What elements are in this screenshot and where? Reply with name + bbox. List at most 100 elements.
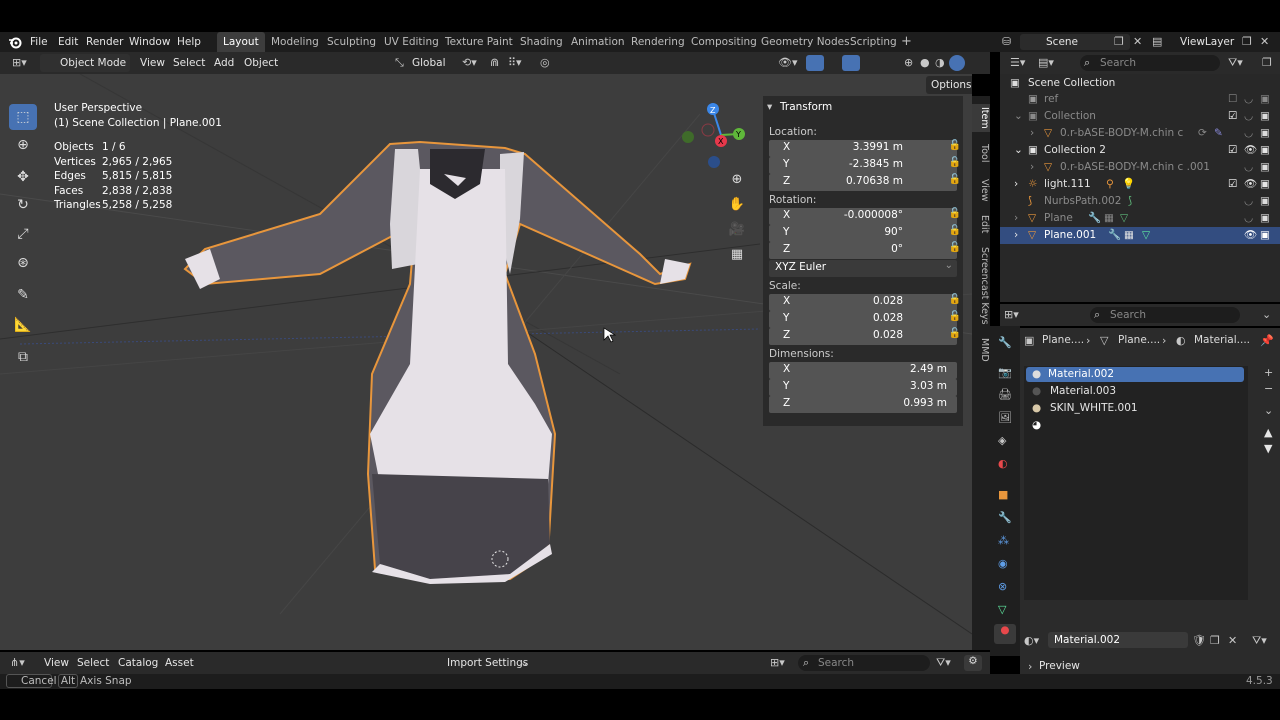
asset-search-input[interactable]: Search bbox=[798, 655, 930, 671]
menu-window[interactable]: Window bbox=[127, 32, 172, 52]
move-up-icon[interactable]: ▲ bbox=[1264, 426, 1272, 439]
material-slot[interactable]: ◕ bbox=[1032, 418, 1250, 433]
vp-menu-object[interactable]: Object bbox=[242, 53, 280, 73]
view-layer-icon[interactable]: ▤ bbox=[1152, 35, 1162, 48]
transform-collapse-icon[interactable]: ▾ bbox=[767, 101, 772, 113]
tab-item[interactable]: Item bbox=[972, 104, 990, 132]
tab-uv-editing[interactable]: UV Editing bbox=[384, 32, 439, 52]
wireframe-shading-icon[interactable]: ⊕ bbox=[904, 56, 913, 69]
scale-z-field[interactable]: Z 0.028 🔓 bbox=[769, 328, 961, 345]
outliner-row[interactable]: ⟆ NurbsPath.002 ⟆ ◡ ▣ bbox=[1000, 193, 1280, 210]
location-y-field[interactable]: Y -2.3845 m 🔓 bbox=[769, 157, 961, 174]
outliner-row[interactable]: › ▽ 0.r-bASE-BODY-M.chin c ⟳ ✎ ◡ ▣ bbox=[1000, 125, 1280, 142]
close-view-layer-icon[interactable]: ✕ bbox=[1260, 35, 1269, 48]
particles-tab-icon[interactable]: ⁂ bbox=[998, 534, 1009, 547]
display-mode-icon[interactable]: ⊞▾ bbox=[770, 656, 785, 669]
settings-gear-icon[interactable]: ⚙ bbox=[964, 655, 982, 671]
vp-menu-view[interactable]: View bbox=[138, 53, 167, 73]
cursor-tool-icon[interactable]: ⊕ bbox=[9, 132, 37, 158]
zoom-icon[interactable]: ⊕ bbox=[725, 172, 749, 192]
view-layer-tab-icon[interactable]: 🖼 bbox=[998, 411, 1012, 424]
tab-view[interactable]: View bbox=[972, 176, 990, 204]
outliner-search-input[interactable]: Search bbox=[1080, 55, 1220, 71]
filter-icon[interactable]: ⛛▾ bbox=[936, 656, 951, 670]
visibility-icon[interactable]: 👁▾ bbox=[778, 56, 798, 69]
data-tab-icon[interactable]: ▽ bbox=[998, 603, 1006, 616]
outliner-row[interactable]: ▣ ref ☐ ◡ ▣ bbox=[1000, 91, 1280, 108]
remove-slot-icon[interactable]: − bbox=[1264, 382, 1273, 395]
properties-options-icon[interactable]: ⌄ bbox=[1262, 308, 1271, 321]
move-tool-icon[interactable]: ✥ bbox=[9, 164, 37, 190]
scene-icon[interactable]: ⛁ bbox=[1002, 35, 1011, 48]
vp-menu-select[interactable]: Select bbox=[171, 53, 207, 73]
tab-shading[interactable]: Shading bbox=[520, 32, 563, 52]
filter-icon[interactable]: ⛛▾ bbox=[1228, 56, 1243, 70]
material-slot[interactable]: ● Material.002 bbox=[1026, 367, 1244, 382]
snap-icon[interactable]: ⋒ bbox=[490, 56, 499, 69]
proportional-edit-icon[interactable]: ◎ bbox=[540, 56, 550, 69]
dimensions-y-field[interactable]: Y 3.03 m bbox=[769, 379, 957, 396]
location-x-field[interactable]: X 3.3991 m 🔓 bbox=[769, 140, 961, 157]
add-workspace-button[interactable]: + bbox=[901, 32, 912, 52]
asset-editor-icon[interactable]: ⋔▾ bbox=[10, 656, 25, 669]
tab-tool[interactable]: Tool bbox=[972, 140, 990, 166]
move-down-icon[interactable]: ▼ bbox=[1264, 442, 1272, 455]
breadcrumb-object[interactable]: Plane.... bbox=[1042, 334, 1084, 346]
options-dropdown[interactable]: Options bbox=[926, 76, 972, 94]
ortho-toggle-icon[interactable]: ▦ bbox=[725, 247, 749, 267]
rendered-shading-icon[interactable] bbox=[949, 55, 965, 71]
editor-type-icon[interactable]: ⊞▾ bbox=[12, 56, 27, 69]
outliner-editor-icon[interactable]: ☰▾ bbox=[1010, 56, 1025, 69]
scale-x-field[interactable]: X 0.028 🔓 bbox=[769, 294, 961, 311]
menu-file[interactable]: File bbox=[28, 32, 50, 52]
duplicate-material-icon[interactable]: ❐ bbox=[1210, 634, 1220, 647]
menu-render[interactable]: Render bbox=[84, 32, 125, 52]
slot-menu-icon[interactable]: ⌄ bbox=[1264, 404, 1273, 417]
scale-y-field[interactable]: Y 0.028 🔓 bbox=[769, 311, 961, 328]
rotation-z-field[interactable]: Z 0° 🔓 bbox=[769, 242, 961, 259]
new-collection-icon[interactable]: ❐ bbox=[1262, 56, 1272, 69]
tab-geometry-nodes[interactable]: Geometry Nodes bbox=[761, 32, 850, 52]
material-slot[interactable]: ● Material.003 bbox=[1032, 384, 1250, 399]
new-view-layer-icon[interactable]: ❐ bbox=[1242, 35, 1252, 48]
rotation-x-field[interactable]: X -0.000008° 🔓 bbox=[769, 208, 961, 225]
outliner-row[interactable]: ⌄ ▣ Collection ☑ ◡ ▣ bbox=[1000, 108, 1280, 125]
tab-animation[interactable]: Animation bbox=[571, 32, 625, 52]
menu-edit[interactable]: Edit bbox=[56, 32, 80, 52]
constraints-tab-icon[interactable]: ⊗ bbox=[998, 580, 1007, 593]
rotate-tool-icon[interactable]: ↻ bbox=[9, 192, 37, 218]
outliner-row[interactable]: ▣ Scene Collection bbox=[1000, 75, 1280, 92]
material-browse-icon[interactable]: ◐▾ bbox=[1024, 634, 1039, 647]
asset-menu-asset[interactable]: Asset bbox=[163, 653, 196, 673]
tool-tab-icon[interactable]: 🔧 bbox=[998, 336, 1012, 349]
properties-editor-icon[interactable]: ⊞▾ bbox=[1004, 308, 1019, 321]
tab-texture-paint[interactable]: Texture Paint bbox=[445, 32, 513, 52]
outliner-row-selected[interactable]: › ▽ Plane.001 🔧 ▦ ▽ 👁 ▣ bbox=[1000, 227, 1280, 244]
render-tab-icon[interactable]: 📷 bbox=[998, 366, 1012, 379]
dimensions-z-field[interactable]: Z 0.993 m bbox=[769, 396, 957, 413]
modifier-tab-icon[interactable]: 🔧 bbox=[998, 511, 1012, 524]
location-z-field[interactable]: Z 0.70638 m 🔓 bbox=[769, 174, 961, 191]
add-slot-icon[interactable]: + bbox=[1264, 366, 1273, 379]
asset-menu-catalog[interactable]: Catalog bbox=[116, 653, 160, 673]
tab-layout[interactable]: Layout bbox=[217, 32, 265, 52]
scale-tool-icon[interactable]: ⤢ bbox=[9, 221, 37, 247]
preview-section[interactable]: › Preview bbox=[1020, 658, 1280, 674]
rotation-mode-dropdown[interactable]: XYZ Euler ⌄ bbox=[769, 260, 957, 277]
outliner-row[interactable]: › ▽ Plane 🔧 ▦ ▽ ◡ ▣ bbox=[1000, 210, 1280, 227]
physics-tab-icon[interactable]: ◉ bbox=[998, 557, 1008, 570]
asset-menu-select[interactable]: Select bbox=[75, 653, 111, 673]
overlay-toggle-icon[interactable] bbox=[842, 55, 860, 71]
material-name-field[interactable]: Material.002 bbox=[1048, 632, 1188, 648]
blender-logo-icon[interactable] bbox=[8, 35, 22, 49]
snap-target-icon[interactable]: ⠿▾ bbox=[508, 56, 522, 69]
display-mode-icon[interactable]: ▤▾ bbox=[1038, 56, 1054, 69]
breadcrumb-material[interactable]: Material.... bbox=[1194, 334, 1250, 346]
select-tool-icon[interactable]: ⬚ bbox=[9, 104, 37, 130]
tab-edit[interactable]: Edit bbox=[972, 212, 990, 236]
close-scene-icon[interactable]: ✕ bbox=[1133, 35, 1142, 48]
tab-screencast-keys[interactable]: Screencast Keys bbox=[972, 246, 990, 326]
breadcrumb-mesh[interactable]: Plane.... bbox=[1118, 334, 1160, 346]
pivot-icon[interactable]: ⟲▾ bbox=[462, 56, 477, 69]
orientation-dropdown[interactable]: Global bbox=[410, 53, 448, 73]
